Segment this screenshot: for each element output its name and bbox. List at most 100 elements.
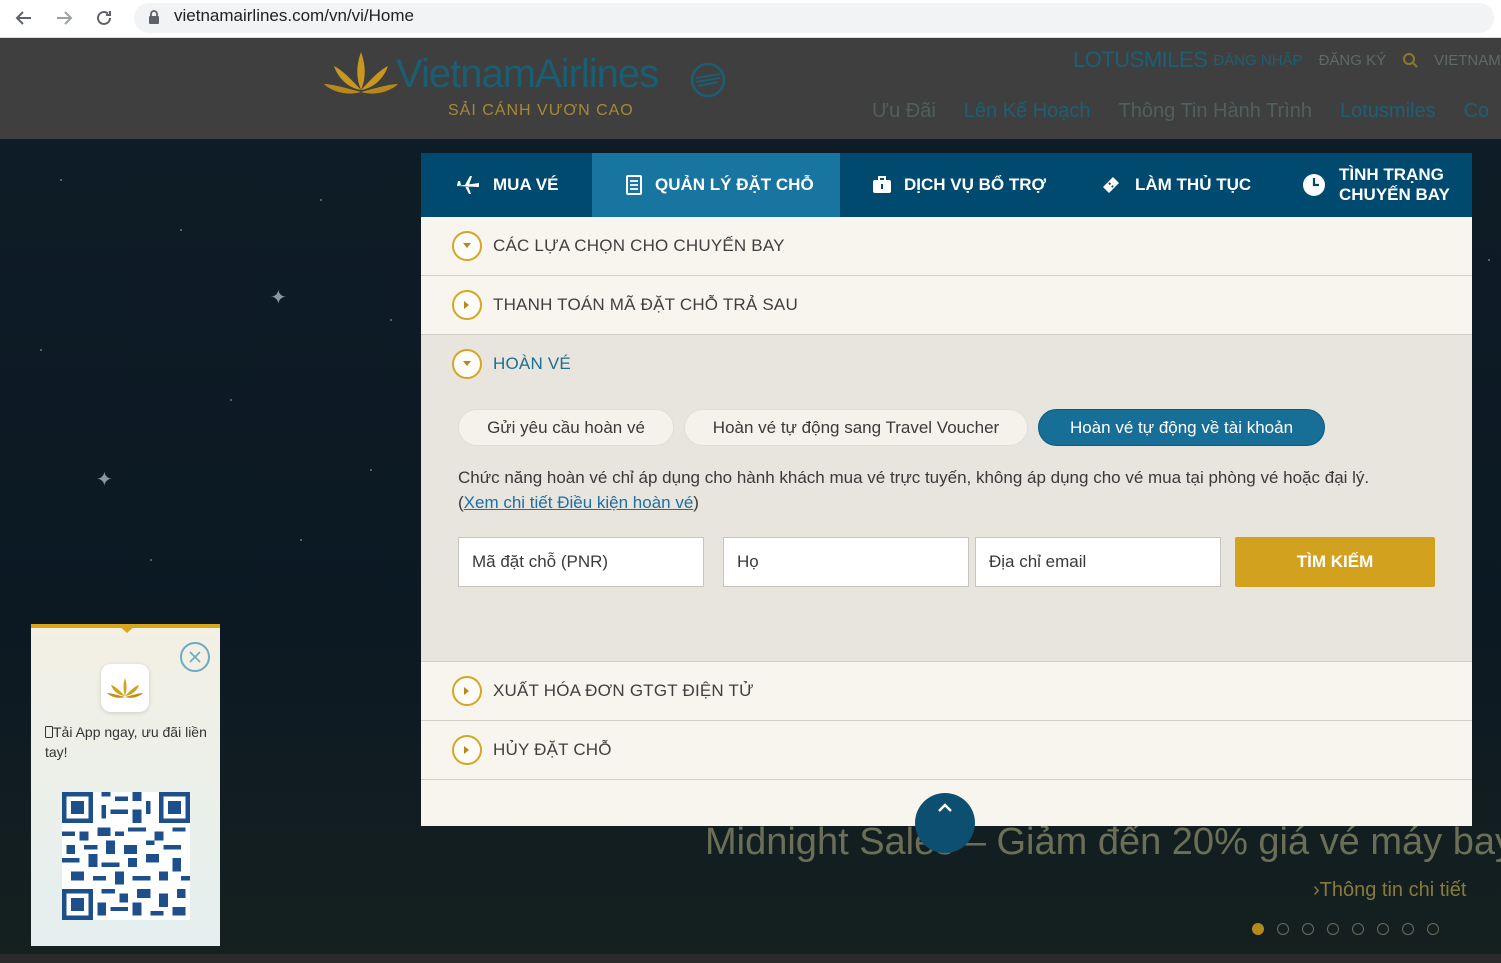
refund-conditions-link[interactable]: Xem chi tiết Điều kiện hoàn vé bbox=[464, 493, 694, 512]
booking-widget: MUA VÉ QUẢN LÝ ĐẶT CHỖ DỊCH VỤ BỔ TRỢ LÀ… bbox=[421, 153, 1472, 826]
tab-extra-services[interactable]: DỊCH VỤ BỔ TRỢ bbox=[840, 153, 1070, 217]
section-title: THANH TOÁN MÃ ĐẶT CHỖ TRẢ SAU bbox=[493, 295, 798, 314]
main-nav: Ưu Đãi Lên Kế Hoạch Thông Tin Hành Trình… bbox=[872, 100, 1501, 123]
vietnam-airlines-logo[interactable]: VietnamAirlines SẢI CÁNH VƯƠN CAO bbox=[322, 42, 742, 122]
luggage-icon bbox=[873, 176, 891, 193]
reload-icon bbox=[97, 10, 111, 25]
qr-code bbox=[62, 792, 190, 920]
email-input[interactable]: Địa chỉ email bbox=[975, 537, 1221, 587]
tab-label: QUẢN LÝ ĐẶT CHỖ bbox=[655, 175, 814, 194]
expand-toggle[interactable] bbox=[452, 290, 482, 320]
section-invoice[interactable]: XUẤT HÓA ĐƠN GTGT ĐIỆN TỬ bbox=[421, 662, 1472, 721]
tab-check-in[interactable]: LÀM THỦ TỤC bbox=[1070, 153, 1270, 217]
star-decoration: ✦ bbox=[96, 469, 113, 491]
refund-voucher-option[interactable]: Hoàn vé tự động sang Travel Voucher bbox=[684, 409, 1028, 446]
skyteam-icon bbox=[690, 62, 726, 98]
section-title: CÁC LỰA CHỌN CHO CHUYẾN BAY bbox=[493, 236, 785, 255]
search-icon[interactable] bbox=[1402, 52, 1418, 68]
popup-message: Tải App ngay, ưu đãi liền tay! bbox=[45, 724, 207, 760]
star-dot bbox=[300, 539, 302, 541]
refund-account-option[interactable]: Hoàn vé tự động về tài khoản bbox=[1038, 409, 1325, 446]
paren-close: ) bbox=[693, 493, 699, 512]
forward-button[interactable] bbox=[48, 2, 80, 34]
tab-buy-ticket[interactable]: MUA VÉ bbox=[421, 153, 592, 217]
expand-toggle[interactable] bbox=[452, 676, 482, 706]
carousel-dot[interactable] bbox=[1327, 923, 1339, 935]
tab-flight-status[interactable]: TÌNH TRẠNG CHUYẾN BAY bbox=[1270, 153, 1472, 217]
star-dot bbox=[150, 559, 152, 561]
carousel-dot[interactable] bbox=[1427, 923, 1439, 935]
close-popup-button[interactable] bbox=[180, 642, 210, 672]
top-links: LOTUSMILES ĐĂNG NHẬP ĐĂNG KÝ VIETNAM - T bbox=[1073, 46, 1501, 74]
star-dot bbox=[230, 399, 232, 401]
expand-toggle[interactable] bbox=[452, 231, 482, 261]
pnr-input[interactable]: Mã đặt chỗ (PNR) bbox=[458, 537, 704, 587]
carousel-dot[interactable] bbox=[1252, 923, 1264, 935]
boarding-ticket-icon bbox=[1103, 177, 1119, 193]
lastname-input[interactable]: Họ bbox=[723, 537, 969, 587]
app-download-popup: Tải App ngay, ưu đãi liền tay! bbox=[31, 624, 220, 946]
lotus-logo-icon bbox=[324, 52, 398, 94]
login-link[interactable]: ĐĂNG NHẬP bbox=[1213, 52, 1302, 69]
section-flight-options[interactable]: CÁC LỰA CHỌN CHO CHUYẾN BAY bbox=[421, 217, 1472, 276]
collapse-toggle[interactable] bbox=[452, 349, 482, 379]
nav-item-travel-info[interactable]: Thông Tin Hành Trình bbox=[1119, 100, 1312, 123]
popup-notch bbox=[117, 624, 137, 633]
caret-right-icon bbox=[464, 687, 469, 695]
carousel-dot[interactable] bbox=[1377, 923, 1389, 935]
airplane-icon bbox=[457, 176, 479, 194]
arrow-left-icon bbox=[15, 11, 31, 25]
promo-title: Midnight Sales – Giảm đến 20% giá vé máy… bbox=[705, 821, 1501, 863]
close-icon bbox=[189, 651, 201, 663]
caret-right-icon bbox=[464, 746, 469, 754]
refund-request-option[interactable]: Gửi yêu cầu hoàn vé bbox=[458, 409, 674, 446]
section-title: XUẤT HÓA ĐƠN GTGT ĐIỆN TỬ bbox=[493, 681, 754, 700]
notice-text: Chức năng hoàn vé chỉ áp dụng cho hành k… bbox=[458, 468, 1370, 487]
caret-down-icon bbox=[463, 361, 471, 366]
register-link[interactable]: ĐĂNG KÝ bbox=[1319, 52, 1387, 69]
carousel-dot[interactable] bbox=[1277, 923, 1289, 935]
back-button[interactable] bbox=[8, 2, 40, 34]
carousel-dot[interactable] bbox=[1352, 923, 1364, 935]
caret-down-icon bbox=[463, 243, 471, 248]
section-pay-later[interactable]: THANH TOÁN MÃ ĐẶT CHỖ TRẢ SAU bbox=[421, 276, 1472, 335]
nav-item-offers[interactable]: Ưu Đãi bbox=[872, 100, 936, 123]
section-cancel-booking[interactable]: HỦY ĐẶT CHỖ bbox=[421, 721, 1472, 780]
browser-toolbar: vietnamairlines.com/vn/vi/Home bbox=[0, 0, 1501, 38]
section-title: HỦY ĐẶT CHỖ bbox=[493, 740, 612, 759]
star-dot bbox=[390, 319, 392, 321]
app-icon[interactable] bbox=[101, 664, 149, 712]
promo-details-link[interactable]: ›Thông tin chi tiết bbox=[1313, 879, 1466, 902]
search-button[interactable]: TÌM KIẾM bbox=[1235, 537, 1435, 587]
tab-label: TÌNH TRẠNG CHUYẾN BAY bbox=[1339, 165, 1450, 204]
popup-text: Tải App ngay, ưu đãi liền tay! bbox=[45, 722, 215, 762]
expand-toggle[interactable] bbox=[452, 735, 482, 765]
tab-label: LÀM THỦ TỤC bbox=[1135, 175, 1252, 194]
nav-item-more[interactable]: Co bbox=[1464, 100, 1490, 123]
star-dot bbox=[370, 469, 372, 471]
carousel-dot[interactable] bbox=[1302, 923, 1314, 935]
nav-item-plan[interactable]: Lên Kế Hoạch bbox=[964, 100, 1091, 123]
reload-button[interactable] bbox=[88, 2, 120, 34]
site-header: VietnamAirlines SẢI CÁNH VƯƠN CAO LOTUSM… bbox=[0, 38, 1501, 139]
phone-icon bbox=[45, 726, 53, 738]
notice-link-line: (Xem chi tiết Điều kiện hoàn vé) bbox=[458, 490, 1369, 515]
caret-right-icon bbox=[464, 301, 469, 309]
tab-manage-booking[interactable]: QUẢN LÝ ĐẶT CHỖ bbox=[592, 153, 840, 217]
lotus-logo-icon bbox=[107, 678, 143, 698]
region-selector[interactable]: VIETNAM - T bbox=[1434, 52, 1501, 69]
star-dot bbox=[60, 179, 62, 181]
tab-label: MUA VÉ bbox=[493, 175, 559, 194]
lock-icon bbox=[149, 10, 159, 24]
logo-wordmark: VietnamAirlines bbox=[396, 52, 659, 96]
star-dot bbox=[1488, 259, 1490, 261]
carousel-dot[interactable] bbox=[1402, 923, 1414, 935]
section-title[interactable]: HOÀN VÉ bbox=[493, 354, 571, 374]
bottom-strip bbox=[0, 954, 1501, 963]
clock-icon bbox=[1303, 174, 1325, 196]
scroll-up-button[interactable] bbox=[915, 793, 975, 853]
lotusmiles-link[interactable]: LOTUSMILES bbox=[1073, 47, 1208, 73]
section-refund: HOÀN VÉ Gửi yêu cầu hoàn vé Hoàn vé tự đ… bbox=[421, 335, 1472, 662]
nav-item-lotusmiles[interactable]: Lotusmiles bbox=[1340, 100, 1436, 123]
star-dot bbox=[40, 349, 42, 351]
